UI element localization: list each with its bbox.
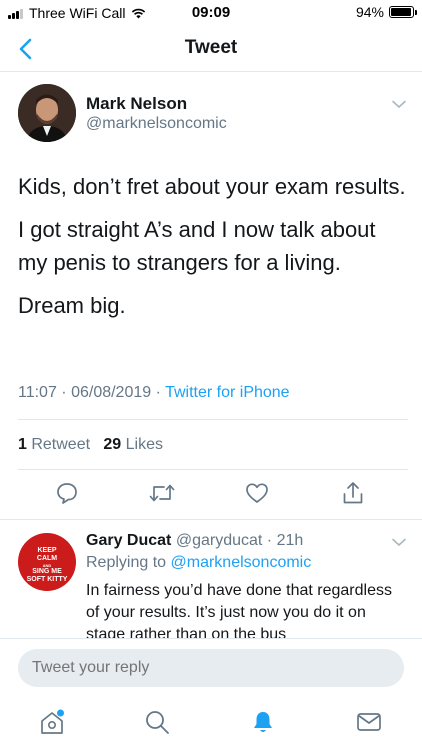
replying-to: Replying to @marknelsoncomic xyxy=(86,554,311,572)
reply-composer xyxy=(0,638,422,694)
tweet-options-button[interactable] xyxy=(392,96,406,114)
tweet-text: Kids, don’t fret about your exam results… xyxy=(18,170,408,332)
retweet-icon xyxy=(149,484,175,502)
author-name[interactable]: Mark Nelson xyxy=(86,94,187,114)
search-icon xyxy=(146,711,169,734)
share-icon xyxy=(343,482,363,504)
reply-header: Gary Ducat @garyducat · 21h xyxy=(86,532,303,550)
reply-author-handle[interactable]: @garyducat xyxy=(176,532,263,549)
retweets-link[interactable]: 1 Retweet xyxy=(18,436,90,453)
tweet-paragraph: Kids, don’t fret about your exam results… xyxy=(18,174,406,199)
retweet-button[interactable] xyxy=(147,478,177,508)
reply-time: · 21h xyxy=(262,532,304,549)
author-handle[interactable]: @marknelsoncomic xyxy=(86,115,227,133)
status-bar: Three WiFi Call 09:09 94% xyxy=(0,0,422,26)
tab-search[interactable] xyxy=(143,708,171,736)
avatar-text: CALM xyxy=(36,555,58,562)
retweet-label: Retweet xyxy=(26,436,91,453)
divider xyxy=(18,419,408,420)
nav-bar: Tweet xyxy=(0,26,422,72)
tweet-source-link[interactable]: Twitter for iPhone xyxy=(165,384,290,401)
reply-input[interactable] xyxy=(18,649,404,687)
tweet-timestamp: 11:07 · 06/08/2019 · xyxy=(18,384,166,401)
battery-percent: 94% xyxy=(355,4,384,20)
chevron-down-icon xyxy=(392,100,406,109)
avatar-portrait xyxy=(18,84,76,142)
avatar-text: KEEP xyxy=(37,547,57,554)
tweet-actions xyxy=(0,478,422,514)
tab-messages[interactable] xyxy=(355,708,383,736)
battery-icon xyxy=(389,6,417,18)
likes-link[interactable]: 29 Likes xyxy=(103,436,163,453)
like-label: Likes xyxy=(121,436,163,453)
reply-button[interactable] xyxy=(52,478,82,508)
replying-prefix: Replying to xyxy=(86,554,171,571)
like-count: 29 xyxy=(103,436,122,453)
tweet-stats: 1 Retweet 29 Likes xyxy=(18,436,163,454)
reply-icon xyxy=(57,483,77,504)
tweet-paragraph: I got straight A’s and I now talk about … xyxy=(18,217,376,275)
battery-fill xyxy=(391,8,411,16)
home-icon xyxy=(41,709,64,734)
page-title: Tweet xyxy=(184,37,238,58)
reply-avatar[interactable]: KEEP CALM AND SING ME SOFT KITTY xyxy=(18,533,76,591)
avatar-text: SING ME xyxy=(32,568,62,575)
divider xyxy=(18,469,408,470)
tab-home[interactable] xyxy=(38,708,66,736)
replying-to-link[interactable]: @marknelsoncomic xyxy=(171,554,312,571)
reply-text: In fairness you’d have done that regardl… xyxy=(86,582,392,638)
notifications-icon xyxy=(254,712,272,732)
tab-notifications[interactable] xyxy=(249,708,277,736)
status-right: 94% xyxy=(355,4,417,20)
messages-icon xyxy=(357,713,381,731)
retweet-count: 1 xyxy=(18,436,27,453)
reply-tweet[interactable]: KEEP CALM AND SING ME SOFT KITTY Gary Du… xyxy=(0,520,422,638)
tweet-paragraph: Dream big. xyxy=(18,293,126,318)
share-button[interactable] xyxy=(338,478,368,508)
tweet-meta: 11:07 · 06/08/2019 · Twitter for iPhone xyxy=(18,384,290,402)
author-avatar[interactable] xyxy=(18,84,76,142)
reply-author-name[interactable]: Gary Ducat xyxy=(86,532,171,549)
chevron-down-icon xyxy=(392,538,406,547)
avatar-text: SOFT KITTY xyxy=(26,576,68,583)
reply-options-button[interactable] xyxy=(392,534,406,552)
tab-bar xyxy=(0,694,422,750)
like-icon xyxy=(246,483,268,503)
like-button[interactable] xyxy=(242,478,272,508)
